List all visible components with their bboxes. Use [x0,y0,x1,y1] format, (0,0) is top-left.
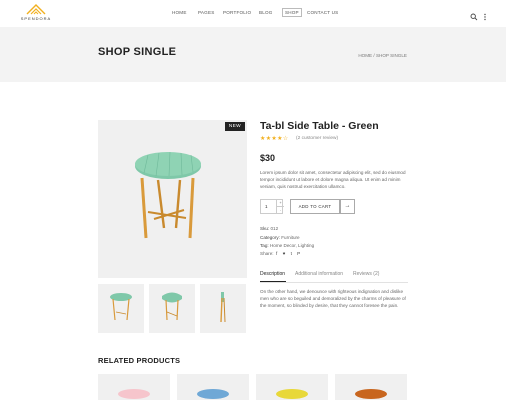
nav-pages[interactable]: PAGES [198,10,215,15]
tag-label: Tag: [260,243,269,248]
nav-home[interactable]: HOME [172,10,187,15]
sku-value: 012 [270,226,279,231]
sku-label: Sku: [260,226,270,231]
side-table-illustration [135,151,201,239]
product-title: Ta-bl Side Table - Green [260,120,379,132]
tab-content: On the other hand, we denounce with righ… [260,289,406,308]
wood-table-image [355,389,387,399]
side-table-folded-thumb [220,292,226,323]
page-banner [0,27,506,82]
star-empty-icon: ☆ [282,136,289,142]
quantity-stepper[interactable]: 1 + - [260,199,284,214]
twitter-icon[interactable]: t [291,251,292,256]
pinterest-icon[interactable]: P [297,251,300,256]
side-table-side-thumb [162,292,182,321]
share-icons: f ♥ t P [276,251,304,256]
arrow-right-icon[interactable]: → [340,199,355,214]
heart-icon[interactable]: ♥ [283,251,286,256]
related-product-card[interactable] [98,374,170,400]
thumbnail-folded-view[interactable] [200,284,246,333]
share-label: Share: [260,251,274,256]
brand-logo[interactable]: SPENDORA [16,4,56,22]
thumbnail-side-view[interactable] [149,284,195,333]
product-description: Lorem ipsum dolor sit amet, consectetur … [260,170,406,189]
category-label: Category: [260,235,280,240]
rating-stars: ★★★★☆ [260,135,288,142]
related-product-card[interactable] [335,374,407,400]
brand-name: SPENDORA [20,16,52,21]
facebook-icon[interactable]: f [276,251,277,256]
quantity-increase-button[interactable]: + [276,200,284,207]
search-icon[interactable] [470,8,478,21]
quantity-decrease-button[interactable]: - [276,207,284,214]
product-tags: Tag: Home Decor, Lighting [260,243,314,248]
thumbnail-top-view[interactable] [98,284,144,333]
more-vertical-icon[interactable] [481,8,489,21]
tab-additional-information[interactable]: Additional information [295,271,343,277]
related-products-heading: RELATED PRODUCTS [98,356,181,365]
page-title: SHOP SINGLE [98,46,177,58]
breadcrumb[interactable]: HOME / SHOP SINGLE [358,53,407,58]
product-price: $30 [260,153,276,163]
tab-reviews[interactable]: Reviews (2) [353,271,379,277]
category-value[interactable]: Furniture [281,235,299,240]
blue-table-image [197,389,229,399]
tab-description[interactable]: Description [260,271,285,277]
nav-blog[interactable]: BLOG [259,10,273,15]
quantity-value[interactable]: 1 [265,204,268,209]
new-badge: NEW [224,122,245,131]
nav-contact-us[interactable]: CONTACT US [307,10,338,15]
add-to-cart-button[interactable]: ADD TO CART [290,199,340,214]
nav-shop[interactable]: SHOP [282,8,302,17]
active-tab-indicator [260,281,286,283]
review-link[interactable]: (2 customer review) [296,136,338,141]
nav-portfolio[interactable]: PORTFOLIO [223,10,251,15]
side-table-top-thumb [110,293,132,321]
yellow-table-image [276,389,308,399]
tag-value[interactable]: Home Decor, Lighting [270,243,314,248]
product-category: Category: Furniture [260,235,300,240]
related-product-card[interactable] [177,374,249,400]
related-product-card[interactable] [256,374,328,400]
site-header: SPENDORA HOME PAGES PORTFOLIO BLOG SHOP … [0,0,506,27]
product-sku: Sku: 012 [260,226,278,231]
pink-table-image [118,389,150,399]
product-main-image[interactable]: NEW [98,120,247,278]
